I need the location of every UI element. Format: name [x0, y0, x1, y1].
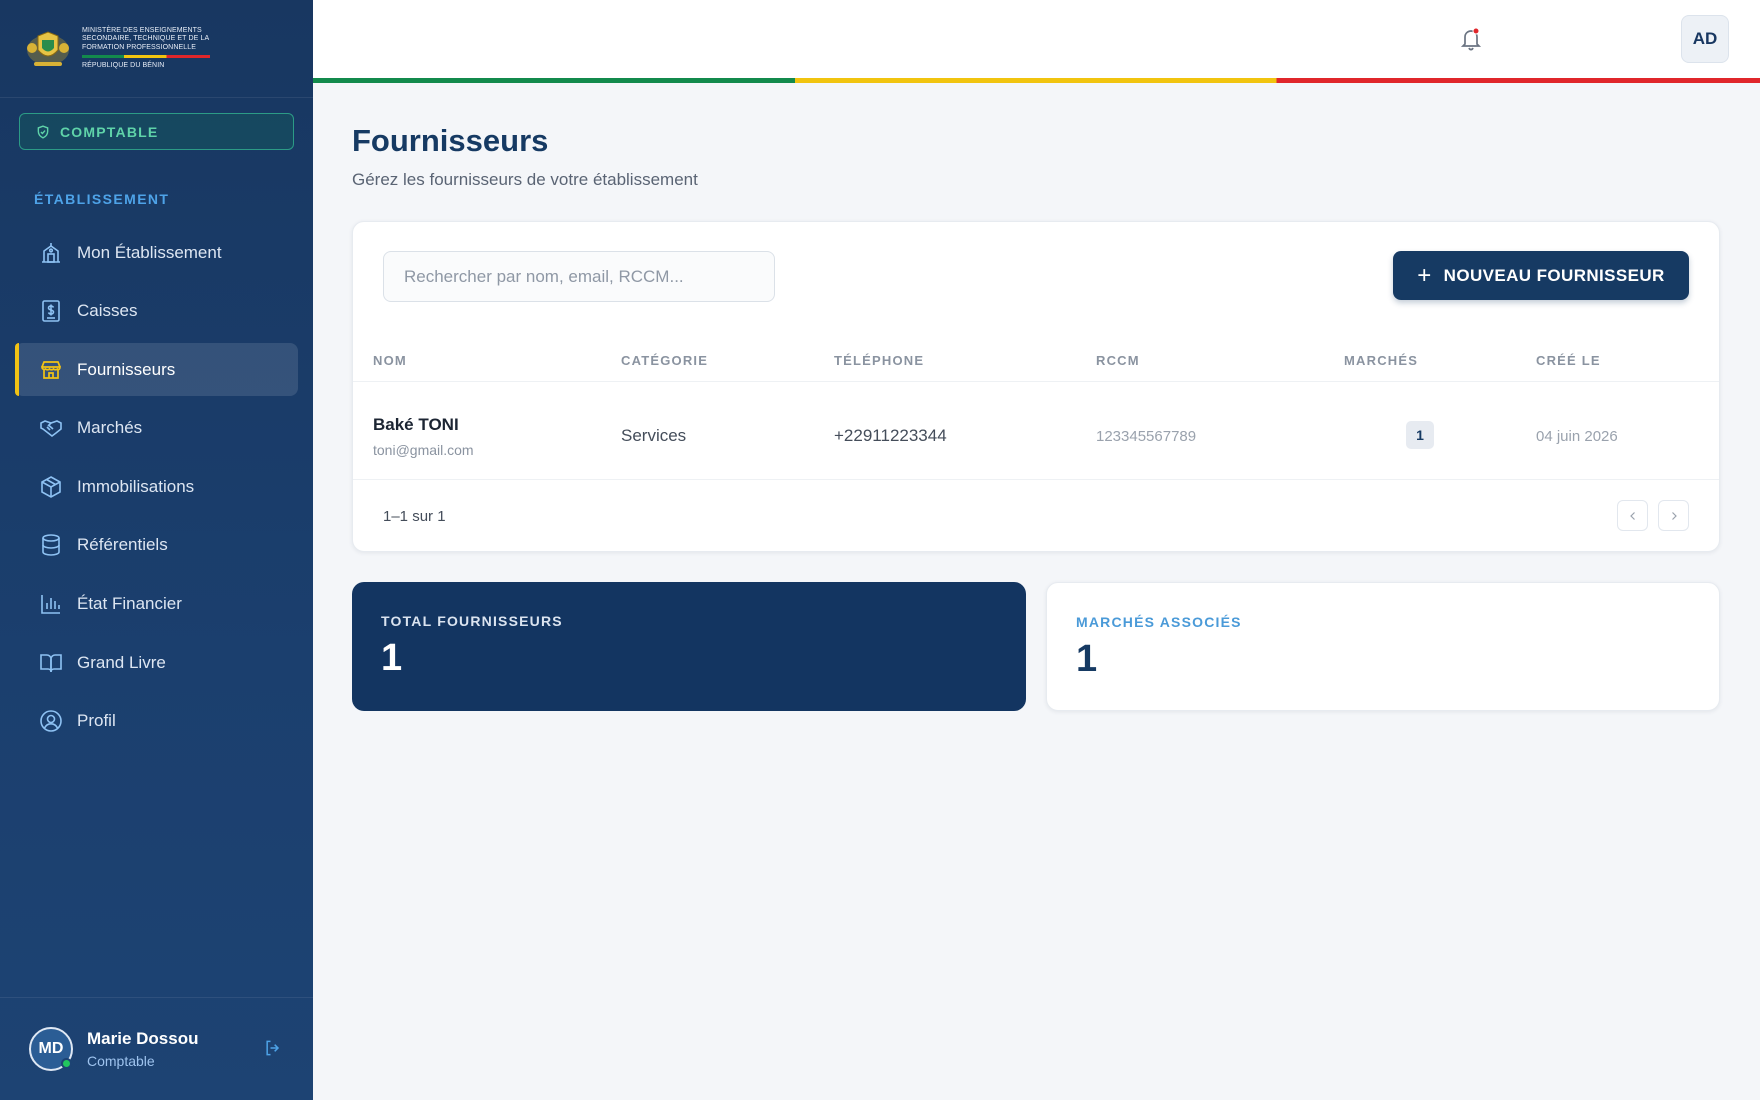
total-suppliers-value: 1 [381, 637, 403, 679]
top-header: AD [313, 0, 1760, 78]
brand-header: Ministère des Enseignements Secondaire, … [0, 0, 313, 98]
user-profile: MD Marie Dossou Comptable [0, 997, 313, 1100]
page-subtitle: Gérez les fournisseurs de votre établiss… [352, 170, 698, 189]
chevron-right-icon [1671, 511, 1677, 520]
sidebar-item-grand-livre[interactable]: Grand Livre [15, 636, 298, 689]
column-header-nom[interactable]: NOM [373, 353, 407, 368]
supplier-phone: +22911223344 [834, 426, 947, 445]
role-badge: COMPTABLE [19, 113, 294, 150]
prev-page-button[interactable] [1617, 500, 1648, 531]
sidebar: Ministère des Enseignements Secondaire, … [0, 0, 313, 1100]
shield-check-icon [37, 124, 49, 139]
ministry-name: Ministère des Enseignements Secondaire, … [82, 26, 210, 69]
flag-stripe [313, 78, 1760, 83]
sidebar-item-profil[interactable]: Profil [15, 695, 298, 748]
supplier-email: toni@gmail.com [373, 442, 474, 458]
sidebar-item-marches[interactable]: Marchés [15, 402, 298, 455]
column-header-cree-le[interactable]: CRÉÉ LE [1536, 353, 1601, 368]
user-name: Marie Dossou [87, 1029, 199, 1048]
supplier-category: Services [621, 426, 687, 445]
flag-rule [82, 55, 210, 58]
search-input[interactable] [383, 251, 775, 302]
suppliers-card: + NOUVEAU FOURNISSEUR NOM CATÉGORIE TÉLÉ… [352, 221, 1720, 552]
book-icon [40, 653, 62, 672]
bell-icon[interactable] [1459, 26, 1483, 57]
logout-icon[interactable] [263, 1038, 283, 1063]
next-page-button[interactable] [1658, 500, 1689, 531]
coat-of-arms-icon [24, 28, 72, 70]
store-icon [41, 360, 61, 379]
associated-markets-stat: MARCHÉS ASSOCIÉS 1 [1046, 582, 1720, 711]
column-header-marches[interactable]: MARCHÉS [1344, 353, 1418, 368]
sidebar-nav: Mon Établissement Caisses Fournisseurs M… [15, 226, 298, 753]
bar-chart-icon [41, 595, 60, 614]
user-role: Comptable [87, 1053, 155, 1069]
supplier-name: Baké TONI [373, 415, 459, 434]
sidebar-item-fournisseurs[interactable]: Fournisseurs [15, 343, 298, 397]
sidebar-item-caisses[interactable]: Caisses [15, 285, 298, 338]
chevron-left-icon [1629, 511, 1635, 520]
sidebar-item-etat-financier[interactable]: État Financier [15, 578, 298, 631]
total-suppliers-stat: TOTAL FOURNISSEURS 1 [352, 582, 1026, 711]
avatar[interactable]: MD [29, 1027, 73, 1071]
handshake-icon [40, 420, 62, 438]
new-supplier-button[interactable]: + NOUVEAU FOURNISSEUR [1393, 251, 1689, 300]
sidebar-item-immobilisations[interactable]: Immobilisations [15, 460, 298, 513]
user-circle-icon [40, 710, 62, 733]
table-row[interactable]: Baké TONI toni@gmail.com Services +22911… [353, 393, 1719, 480]
supplier-created-date: 04 juin 2026 [1536, 428, 1618, 445]
supplier-rccm: 123345567789 [1096, 428, 1197, 445]
page-title: Fournisseurs [352, 123, 549, 158]
box-icon [41, 475, 61, 498]
cash-register-icon [42, 300, 60, 322]
column-header-categorie[interactable]: CATÉGORIE [621, 353, 708, 368]
online-status-dot [61, 1058, 72, 1069]
column-header-rccm[interactable]: RCCM [1096, 353, 1140, 368]
sidebar-item-mon-etablissement[interactable]: Mon Établissement [15, 226, 298, 279]
sidebar-item-referentiels[interactable]: Référentiels [15, 519, 298, 572]
plus-icon: + [1417, 261, 1432, 289]
header-avatar[interactable]: AD [1681, 15, 1729, 63]
building-icon [42, 242, 60, 263]
table-header: NOM CATÉGORIE TÉLÉPHONE RCCM MARCHÉS CRÉ… [353, 332, 1719, 382]
markets-count-badge: 1 [1406, 421, 1434, 449]
associated-markets-value: 1 [1076, 638, 1098, 680]
section-label: ÉTABLISSEMENT [34, 191, 170, 207]
database-icon [42, 534, 60, 557]
column-header-telephone[interactable]: TÉLÉPHONE [834, 353, 924, 368]
pagination-info: 1–1 sur 1 [383, 508, 446, 525]
